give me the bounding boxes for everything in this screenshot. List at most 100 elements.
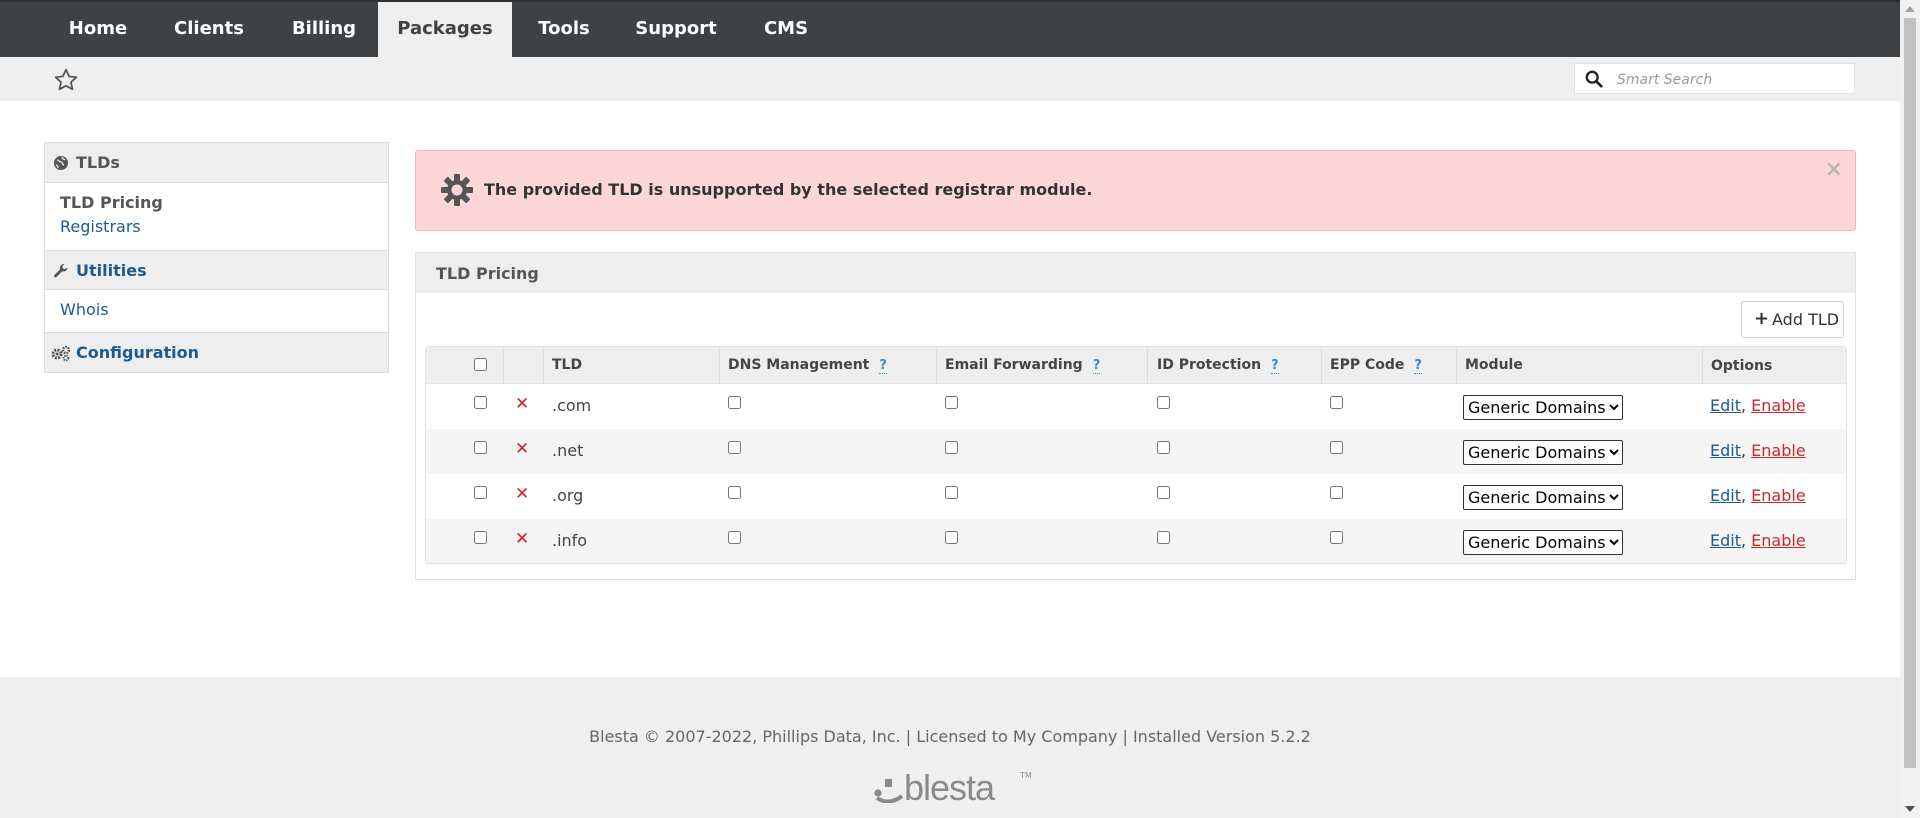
tab-tools[interactable]: Tools [520, 2, 608, 57]
tab-support[interactable]: Support [626, 2, 726, 57]
table-row: ✕ .info Generic Domains Edit, Enable [426, 519, 1846, 563]
dns-management-checkbox[interactable] [728, 396, 741, 409]
col-email-forwarding-label: Email Forwarding [945, 357, 1083, 373]
star-icon[interactable] [53, 67, 79, 93]
id-protection-checkbox[interactable] [1157, 531, 1170, 544]
delete-icon[interactable]: ✕ [515, 394, 529, 414]
logo-mark-icon [874, 779, 904, 803]
col-tld: TLD [552, 357, 583, 373]
main-nav: Home Clients Billing Packages Tools Supp… [0, 0, 1900, 57]
footer: Blesta © 2007-2022, Phillips Data, Inc. … [0, 677, 1900, 818]
dns-management-checkbox[interactable] [728, 531, 741, 544]
edit-link[interactable]: Edit [1710, 531, 1741, 550]
module-select[interactable]: Generic Domains [1463, 440, 1623, 465]
col-id-protection: ID Protection? [1157, 357, 1279, 374]
error-alert: The provided TLD is unsupported by the s… [415, 150, 1856, 231]
id-protection-checkbox[interactable] [1157, 441, 1170, 454]
edit-link[interactable]: Edit [1710, 396, 1741, 415]
table-row: ✕ .net Generic Domains Edit, Enable [426, 429, 1846, 474]
search-icon [1585, 70, 1603, 88]
options-separator: , [1740, 441, 1747, 460]
module-select[interactable]: Generic Domains [1463, 485, 1623, 510]
tab-billing[interactable]: Billing [272, 2, 376, 57]
sidebar-section-utilities[interactable]: Utilities [45, 250, 388, 290]
enable-link[interactable]: Enable [1751, 441, 1806, 460]
tld-name: .info [552, 531, 588, 550]
id-protection-checkbox[interactable] [1157, 486, 1170, 499]
delete-icon[interactable]: ✕ [515, 529, 529, 549]
sidebar: TLDs TLD Pricing Registrars Utilities Wh… [44, 142, 389, 373]
options-separator: , [1740, 531, 1747, 550]
row-checkbox[interactable] [474, 531, 487, 544]
edit-link[interactable]: Edit [1710, 441, 1741, 460]
email-forwarding-checkbox[interactable] [945, 441, 958, 454]
epp-code-checkbox[interactable] [1330, 441, 1343, 454]
sidebar-heading-utilities[interactable]: Utilities [76, 261, 147, 280]
tld-pricing-panel: TLD Pricing + Add TLD TLD DNS Management… [415, 252, 1856, 580]
add-tld-label: Add TLD [1772, 310, 1840, 329]
scroll-down-icon[interactable] [1905, 806, 1915, 812]
email-forwarding-checkbox[interactable] [945, 531, 958, 544]
edit-link[interactable]: Edit [1710, 486, 1741, 505]
tab-home[interactable]: Home [50, 2, 146, 57]
delete-icon[interactable]: ✕ [515, 439, 529, 459]
dns-management-checkbox[interactable] [728, 486, 741, 499]
sidebar-heading-configuration[interactable]: Configuration [76, 343, 199, 362]
scrollbar-thumb[interactable] [1904, 18, 1916, 768]
select-all-checkbox[interactable] [474, 358, 487, 371]
globe-icon [54, 156, 68, 170]
email-forwarding-checkbox[interactable] [945, 396, 958, 409]
options-separator: , [1740, 396, 1747, 415]
table-header: TLD DNS Management? Email Forwarding? ID… [426, 347, 1846, 384]
wrench-icon [54, 263, 68, 278]
search-input[interactable] [1615, 68, 1849, 91]
row-checkbox[interactable] [474, 396, 487, 409]
col-dns-management-label: DNS Management [728, 357, 870, 373]
page-scrollbar[interactable] [1900, 0, 1920, 818]
enable-link[interactable]: Enable [1751, 396, 1806, 415]
sidebar-item-whois[interactable]: Whois [60, 300, 109, 319]
sidebar-section-configuration[interactable]: Configuration [45, 332, 388, 372]
module-select[interactable]: Generic Domains [1463, 395, 1623, 420]
email-forwarding-checkbox[interactable] [945, 486, 958, 499]
enable-link[interactable]: Enable [1751, 531, 1806, 550]
help-icon[interactable]: ? [1271, 358, 1279, 374]
tab-packages[interactable]: Packages [378, 2, 512, 57]
enable-link[interactable]: Enable [1751, 486, 1806, 505]
tld-name: .org [552, 486, 584, 505]
panel-title: TLD Pricing [436, 264, 539, 283]
row-options: Edit, Enable [1710, 441, 1806, 460]
sidebar-heading-tlds: TLDs [76, 153, 120, 172]
help-icon[interactable]: ? [1414, 358, 1422, 374]
id-protection-checkbox[interactable] [1157, 396, 1170, 409]
alert-message: The provided TLD is unsupported by the s… [484, 180, 1093, 199]
tld-table: TLD DNS Management? Email Forwarding? ID… [425, 346, 1847, 564]
tab-cms[interactable]: CMS [750, 2, 822, 57]
add-tld-button[interactable]: + Add TLD [1741, 301, 1844, 338]
epp-code-checkbox[interactable] [1330, 396, 1343, 409]
sidebar-item-tld-pricing[interactable]: TLD Pricing [60, 193, 163, 212]
delete-icon[interactable]: ✕ [515, 484, 529, 504]
plus-icon: + [1754, 308, 1770, 329]
help-icon[interactable]: ? [1092, 358, 1101, 374]
epp-code-checkbox[interactable] [1330, 531, 1343, 544]
close-icon[interactable]: × [1825, 157, 1843, 182]
table-row: ✕ .org Generic Domains Edit, Enable [426, 474, 1846, 519]
sidebar-item-registrars[interactable]: Registrars [60, 217, 141, 236]
col-epp-code-label: EPP Code [1330, 357, 1405, 373]
module-select[interactable]: Generic Domains [1463, 530, 1623, 555]
dns-management-checkbox[interactable] [728, 441, 741, 454]
col-module: Module [1465, 357, 1523, 373]
col-options: Options [1711, 358, 1773, 374]
row-checkbox[interactable] [474, 441, 487, 454]
help-icon[interactable]: ? [879, 358, 887, 374]
row-checkbox[interactable] [474, 486, 487, 499]
row-options: Edit, Enable [1710, 531, 1806, 550]
epp-code-checkbox[interactable] [1330, 486, 1343, 499]
logo-text: blesta [904, 767, 995, 808]
blesta-logo[interactable]: blesta TM [872, 767, 1032, 809]
gears-icon [51, 345, 71, 361]
tab-clients[interactable]: Clients [154, 2, 264, 57]
scroll-up-icon[interactable] [1905, 6, 1915, 12]
gear-icon [441, 174, 473, 206]
